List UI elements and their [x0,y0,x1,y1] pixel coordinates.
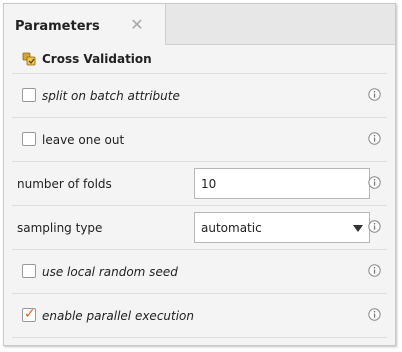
use-local-random-seed-checkbox[interactable] [22,264,36,278]
info-icon[interactable] [368,132,381,145]
leave-one-out-checkbox[interactable] [22,132,36,146]
section-title: Cross Validation [42,52,152,66]
leave-one-out-label: leave one out [42,133,125,147]
sampling-type-select[interactable]: automatic [194,212,370,243]
chevron-down-icon[interactable] [353,225,363,232]
param-row-sampling-type: sampling type automatic [12,206,387,250]
param-row-leave-one-out: leave one out [12,118,387,162]
enable-parallel-execution-label: enable parallel execution [42,309,195,323]
split-on-batch-attribute-checkbox[interactable] [22,88,36,102]
info-icon[interactable] [368,264,381,277]
number-of-folds-label: number of folds [17,177,112,191]
sampling-type-label: sampling type [17,221,103,235]
number-of-folds-input[interactable]: 10 [194,168,370,199]
section-header: Cross Validation [4,45,395,73]
sampling-type-value: automatic [201,221,262,235]
enable-parallel-execution-checkbox[interactable]: ✓ [22,306,36,322]
tab-title: Parameters [15,19,100,34]
tab-bar: Parameters ✕ [4,4,395,45]
param-row-number-of-folds: number of folds 10 [12,162,387,206]
close-icon[interactable]: ✕ [130,17,144,33]
info-icon[interactable] [368,88,381,101]
split-on-batch-attribute-label: split on batch attribute [42,89,180,103]
info-icon[interactable] [368,176,381,189]
param-row-split-on-batch-attribute: split on batch attribute [12,74,387,118]
param-row-enable-parallel-execution: ✓ enable parallel execution [12,294,387,338]
use-local-random-seed-label: use local random seed [42,265,178,279]
operator-icon [22,52,36,66]
param-row-use-local-random-seed: use local random seed [12,250,387,294]
parameters-panel: Parameters ✕ Cross Validation split on b… [3,3,396,346]
checkmark-icon: ✓ [24,306,36,322]
info-icon[interactable] [368,308,381,321]
tab-parameters[interactable]: Parameters ✕ [4,4,166,45]
info-icon[interactable] [368,220,381,233]
